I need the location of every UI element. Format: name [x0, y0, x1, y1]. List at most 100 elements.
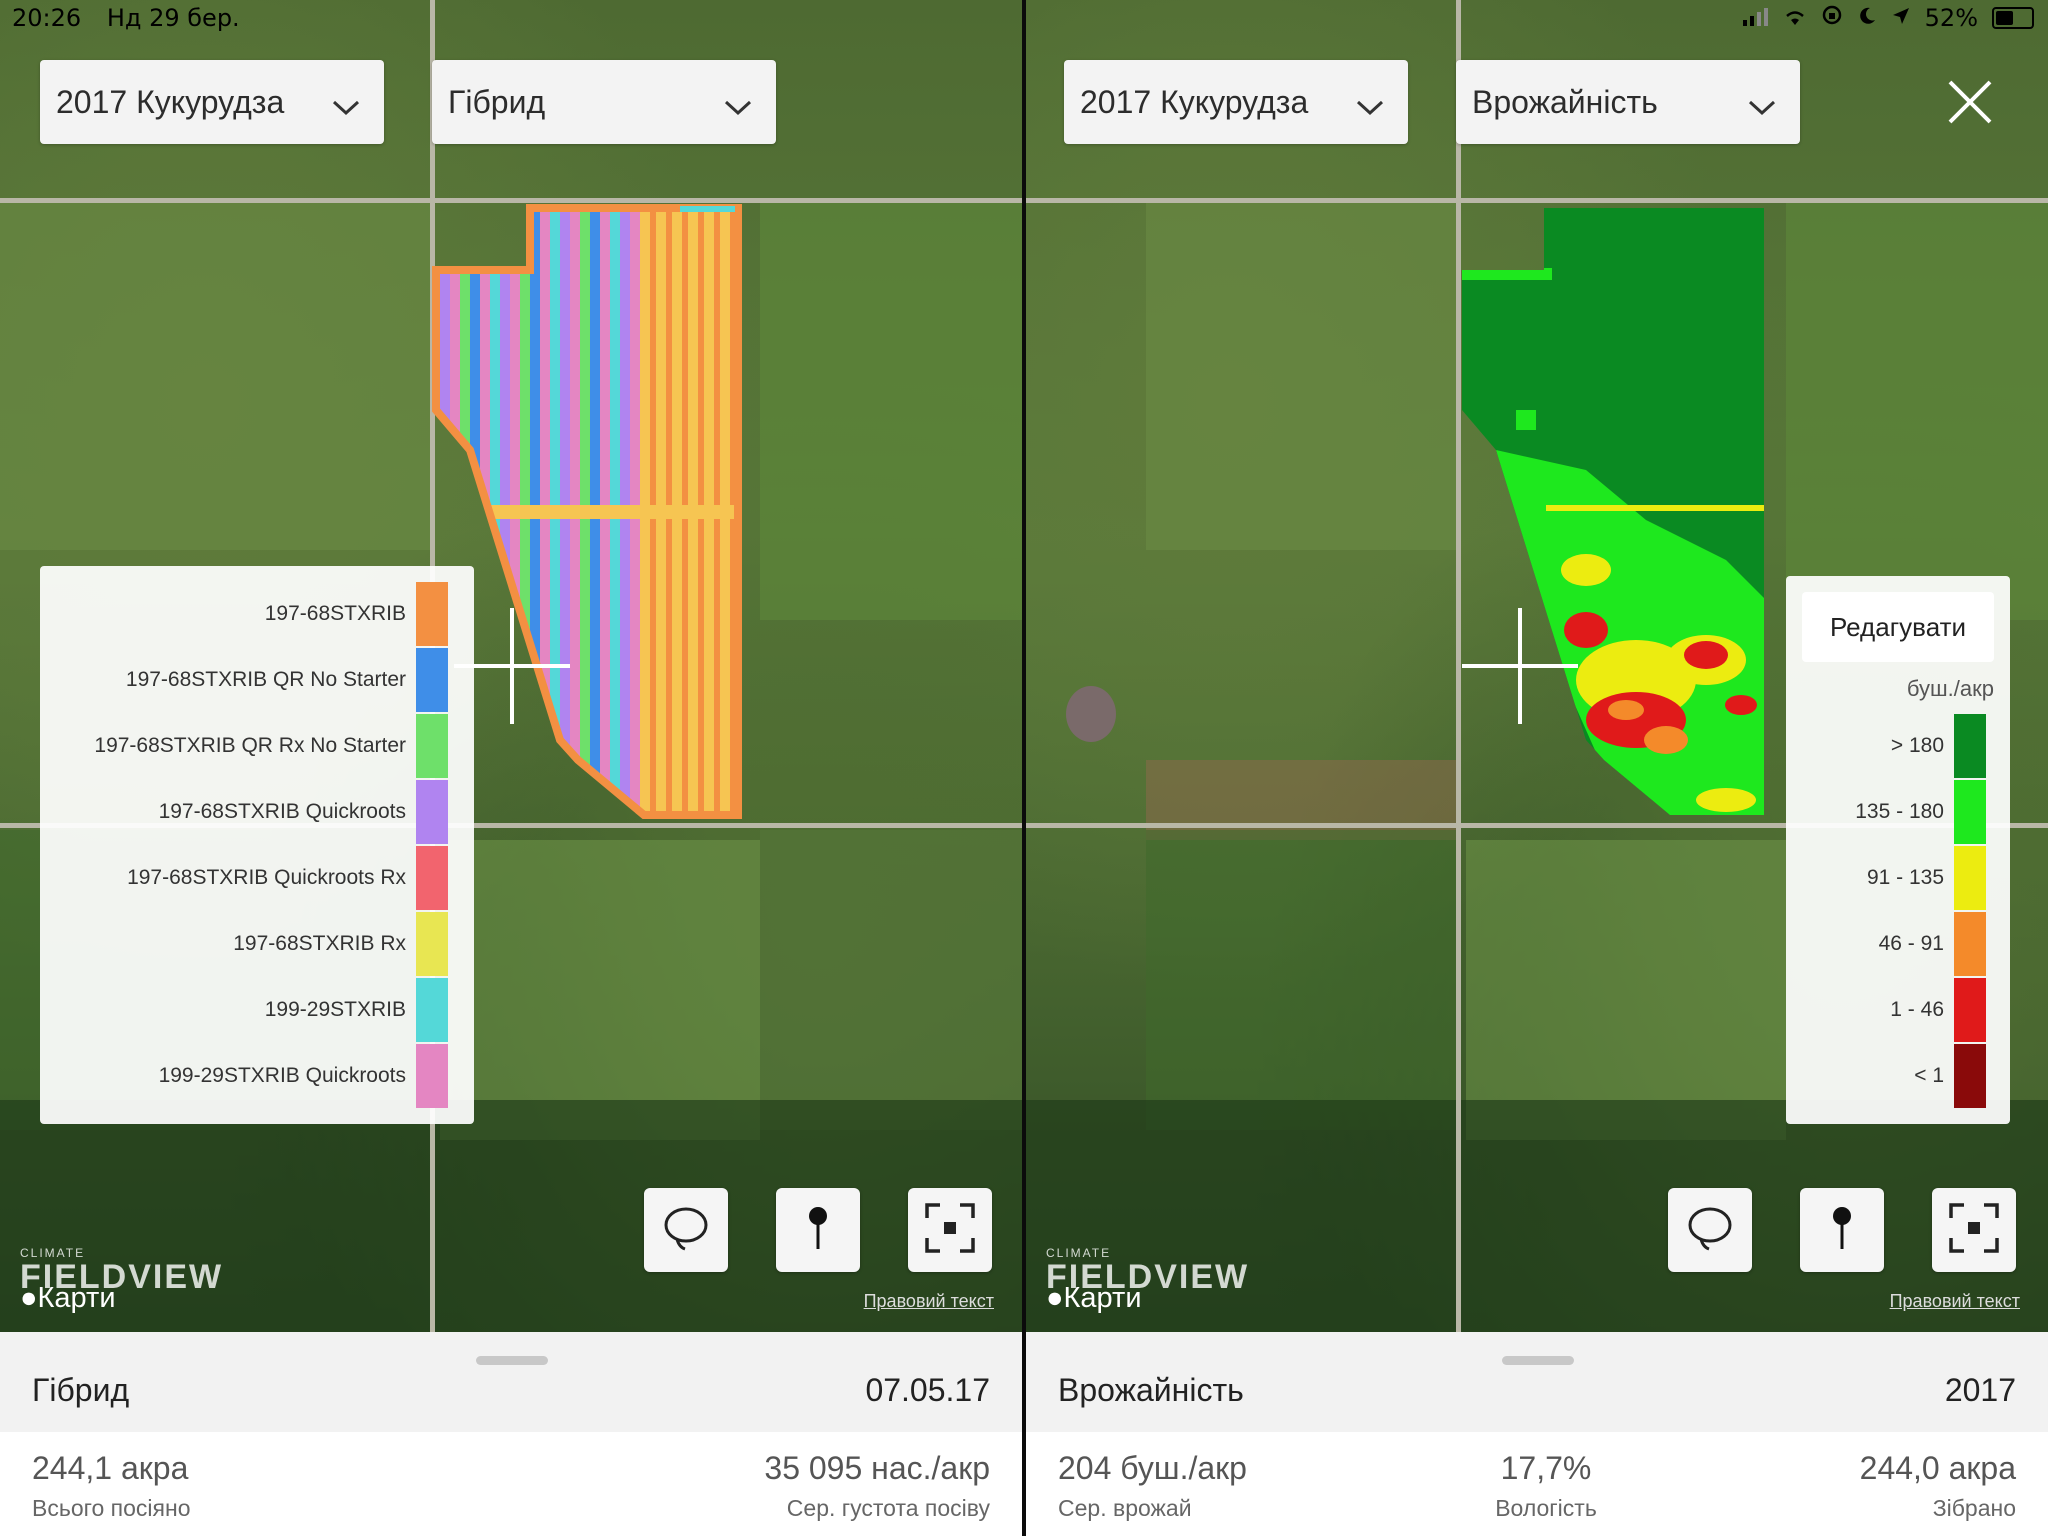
- lasso-icon: [661, 1203, 711, 1258]
- yield-legend: Редагувати буш./акр > 180 135 - 180 91 -…: [1786, 576, 2010, 1124]
- stat-avg-yield: 204 буш./акр Сер. врожай: [1058, 1450, 1247, 1521]
- location-arrow-icon: [1891, 4, 1911, 32]
- legend-label: 197-68STXRIB Quickroots Rx: [127, 866, 406, 889]
- wifi-icon: [1783, 4, 1807, 32]
- focus-frame-icon: [1948, 1202, 2000, 1259]
- bottom-sheet: Гібрид 07.05.17 244,1 акра Всього посіян…: [0, 1332, 1022, 1536]
- legend-label: 197-68STXRIB Quickroots: [158, 800, 406, 823]
- sheet-date: 07.05.17: [865, 1372, 990, 1408]
- focus-frame-icon: [924, 1202, 976, 1259]
- hybrid-legend: 197-68STXRIB 197-68STXRIB QR No Starter …: [40, 566, 474, 1124]
- lasso-icon: [1685, 1203, 1735, 1258]
- season-dropdown[interactable]: 2017 Кукурудза: [40, 60, 384, 144]
- right-pane: 2017 Кукурудза Врожайність Редагувати бу…: [1026, 0, 2048, 1536]
- legal-text-link[interactable]: Правовий текст: [1890, 1291, 2020, 1312]
- legend-row: 135 - 180: [1786, 780, 2010, 846]
- legend-label: > 180: [1890, 734, 1944, 757]
- legend-swatch: [416, 978, 448, 1042]
- legend-label: 199-29STXRIB: [264, 998, 406, 1021]
- stat-harvested: 244,0 акра Зібрано: [1859, 1450, 2016, 1521]
- legend-swatch: [1954, 978, 1986, 1042]
- legend-swatch: [1954, 780, 1986, 844]
- legend-row: 197-68STXRIB QR No Starter: [40, 648, 474, 714]
- sheet-title: Врожайність: [1058, 1372, 1244, 1408]
- stat-avg-seeding-rate: 35 095 нас./акр Сер. густота посіву: [764, 1450, 990, 1521]
- legend-row: 91 - 135: [1786, 846, 2010, 912]
- legend-swatch: [1954, 846, 1986, 910]
- legend-label: < 1: [1914, 1064, 1944, 1087]
- legend-swatch: [416, 846, 448, 910]
- season-dropdown-label: 2017 Кукурудза: [1080, 83, 1309, 120]
- apple-maps-label: ●Карти: [1046, 1282, 1142, 1314]
- drop-pin-button[interactable]: [776, 1188, 860, 1272]
- legend-swatch: [1954, 912, 1986, 976]
- apple-maps-label: ●Карти: [20, 1282, 116, 1314]
- legend-swatch: [416, 780, 448, 844]
- legend-row: 197-68STXRIB QR Rx No Starter: [40, 714, 474, 780]
- close-split-view-button[interactable]: [1946, 78, 1994, 126]
- recenter-button[interactable]: [908, 1188, 992, 1272]
- legend-row: 199-29STXRIB: [40, 978, 474, 1044]
- drag-handle[interactable]: [1502, 1356, 1574, 1365]
- sheet-header[interactable]: Гібрид 07.05.17: [0, 1332, 1022, 1432]
- legend-label: 46 - 91: [1878, 932, 1944, 955]
- sheet-year: 2017: [1944, 1372, 2016, 1408]
- moon-icon: [1857, 4, 1877, 32]
- legend-label: 91 - 135: [1866, 866, 1944, 889]
- left-pane: 2017 Кукурудза Гібрид 197-68STXRIB 197-6…: [0, 0, 1022, 1536]
- rotation-lock-icon: [1821, 4, 1843, 32]
- drop-pin-button[interactable]: [1800, 1188, 1884, 1272]
- legend-label: 197-68STXRIB Rx: [233, 932, 406, 955]
- close-icon: [1946, 80, 1994, 130]
- legend-label: 135 - 180: [1855, 800, 1944, 823]
- legend-label: 199-29STXRIB Quickroots: [158, 1064, 406, 1087]
- apple-icon: ●: [20, 1282, 38, 1314]
- layer-dropdown[interactable]: Врожайність: [1456, 60, 1800, 144]
- legend-label: 197-68STXRIB QR No Starter: [125, 668, 406, 691]
- crosshair-vertical: [1518, 608, 1522, 724]
- status-time: 20:26: [12, 4, 82, 32]
- legend-swatch: [416, 912, 448, 976]
- recenter-button[interactable]: [1932, 1188, 2016, 1272]
- legend-row: 1 - 46: [1786, 978, 2010, 1044]
- layer-dropdown-label: Гібрид: [448, 83, 546, 120]
- season-dropdown[interactable]: 2017 Кукурудза: [1064, 60, 1408, 144]
- chevron-down-icon: [1356, 88, 1384, 125]
- crosshair-vertical: [510, 608, 514, 724]
- pin-icon: [1827, 1203, 1857, 1258]
- lasso-button[interactable]: [644, 1188, 728, 1272]
- legend-row: 199-29STXRIB Quickroots: [40, 1044, 474, 1110]
- sheet-header[interactable]: Врожайність 2017: [1026, 1332, 2048, 1432]
- edit-legend-button[interactable]: Редагувати: [1802, 592, 1994, 662]
- legend-row: < 1: [1786, 1044, 2010, 1110]
- split-divider[interactable]: [1022, 0, 1026, 1536]
- layer-dropdown[interactable]: Гібрид: [432, 60, 776, 144]
- legend-label: 197-68STXRIB QR Rx No Starter: [94, 734, 406, 757]
- bottom-sheet: Врожайність 2017 204 буш./акр Сер. врожа…: [1026, 1332, 2048, 1536]
- status-date: Нд 29 бер.: [106, 4, 240, 32]
- legend-unit: буш./акр: [1906, 676, 1994, 701]
- legend-swatch: [416, 714, 448, 778]
- legend-row: 197-68STXRIB Quickroots Rx: [40, 846, 474, 912]
- legend-row: 197-68STXRIB Quickroots: [40, 780, 474, 846]
- legend-swatch: [1954, 1044, 1986, 1108]
- apple-icon: ●: [1046, 1282, 1064, 1314]
- lasso-button[interactable]: [1668, 1188, 1752, 1272]
- legal-text-link[interactable]: Правовий текст: [864, 1291, 994, 1312]
- layer-dropdown-label: Врожайність: [1472, 83, 1658, 120]
- legend-swatch: [416, 582, 448, 646]
- pin-icon: [803, 1203, 833, 1258]
- season-dropdown-label: 2017 Кукурудза: [56, 83, 285, 120]
- chevron-down-icon: [724, 88, 752, 125]
- legend-row: 46 - 91: [1786, 912, 2010, 978]
- battery-percent: 52%: [1924, 4, 1978, 32]
- stat-total-planted: 244,1 акра Всього посіяно: [32, 1450, 191, 1521]
- legend-row: > 180: [1786, 714, 2010, 780]
- signal-icon: [1742, 4, 1769, 32]
- legend-swatch: [416, 1044, 448, 1108]
- legend-swatch: [1954, 714, 1986, 778]
- legend-row: 197-68STXRIB: [40, 582, 474, 648]
- legend-label: 197-68STXRIB: [264, 602, 406, 625]
- drag-handle[interactable]: [476, 1356, 548, 1365]
- chevron-down-icon: [1748, 88, 1776, 125]
